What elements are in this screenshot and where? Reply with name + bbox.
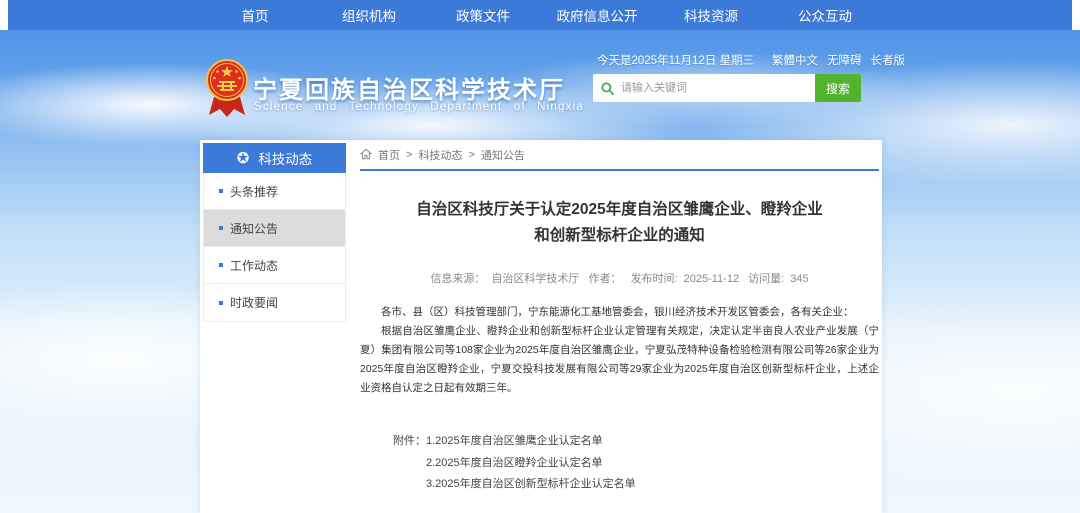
link-accessibility[interactable]: 无障碍 [827,52,862,68]
breadcrumb: 首页 > 科技动态 > 通知公告 [360,140,879,171]
meta-source: 自治区科学技术厅 [491,273,579,285]
nav-item-home[interactable]: 首页 [198,5,312,25]
article-title-line1: 自治区科技厅关于认定2025年度自治区雏鹰企业、瞪羚企业 [360,197,879,223]
sidebar-header: ✪ 科技动态 [203,143,346,173]
attachment-link-3[interactable]: 3.2025年度自治区创新型标杆企业认定名单 [426,474,636,496]
top-navigation: 首页 组织机构 政策文件 政府信息公开 科技资源 公众互动 [8,0,1072,30]
article-body: 各市、县（区）科技管理部门，宁东能源化工基地管委会，银川经济技术开发区管委会，各… [360,303,879,398]
meta-views: 345 [790,273,808,285]
sidebar-item-label: 时政要闻 [230,294,278,311]
meta-time: 2025-11-12 [684,273,739,285]
nav-item-gov-info[interactable]: 政府信息公开 [540,5,654,25]
bullet-icon [219,226,223,230]
search-field [593,74,815,102]
breadcrumb-separator: > [406,149,412,161]
search-input[interactable] [621,82,815,94]
search-button[interactable]: 搜索 [815,74,861,102]
breadcrumb-separator: > [468,149,474,161]
attachment-link-2[interactable]: 2.2025年度自治区瞪羚企业认定名单 [426,453,636,475]
header-meta-bar: 今天是2025年11月12日 星期三 繁體中文 无障碍 长者版 [597,52,872,68]
bullet-icon [219,301,223,305]
meta-time-label: 发布时间: [631,273,678,285]
paragraph: 各市、县（区）科技管理部门，宁东能源化工基地管委会，银川经济技术开发区管委会，各… [360,303,879,322]
meta-views-label: 访问量: [748,273,784,285]
search-icon [601,82,614,95]
sidebar-item-label: 工作动态 [230,257,278,274]
content-wrapper: ✪ 科技动态 头条推荐 通知公告 工作动态 时政要闻 [200,140,882,513]
nav-item-resources[interactable]: 科技资源 [654,5,768,25]
breadcrumb-level1[interactable]: 科技动态 [418,147,462,163]
national-emblem-logo [205,59,249,118]
nav-item-policy[interactable]: 政策文件 [426,5,540,25]
sidebar-item-label: 通知公告 [230,220,278,237]
bullet-icon [219,189,223,193]
site-title: 宁夏回族自治区科学技术厅 [253,70,565,105]
attachments-list: 1.2025年度自治区雏鹰企业认定名单 2.2025年度自治区瞪羚企业认定名单 … [426,431,636,496]
breadcrumb-level2[interactable]: 通知公告 [481,147,525,163]
link-traditional-chinese[interactable]: 繁體中文 [772,52,818,68]
sidebar-list: 头条推荐 通知公告 工作动态 时政要闻 [203,173,346,322]
nav-item-interaction[interactable]: 公众互动 [768,5,882,25]
star-circle-icon: ✪ [237,151,250,166]
sidebar-title: 科技动态 [258,148,312,168]
link-elderly-version[interactable]: 长者版 [871,52,906,68]
breadcrumb-home[interactable]: 首页 [378,147,400,163]
bullet-icon [219,263,223,267]
sidebar: ✪ 科技动态 头条推荐 通知公告 工作动态 时政要闻 [203,143,346,322]
sidebar-item-politics-news[interactable]: 时政要闻 [204,284,345,321]
article-meta: 信息来源： 自治区科学技术厅 作者： 发布时间: 2025-11-12 访问量: 34… [360,270,879,286]
meta-source-label: 信息来源： [430,273,485,285]
article-panel: 首页 > 科技动态 > 通知公告 自治区科技厅关于认定2025年度自治区雏鹰企业… [360,140,879,496]
sidebar-item-work-news[interactable]: 工作动态 [204,247,345,284]
nav-item-organization[interactable]: 组织机构 [312,5,426,25]
article-title: 自治区科技厅关于认定2025年度自治区雏鹰企业、瞪羚企业 和创新型标杆企业的通知 [360,197,879,249]
sidebar-item-headlines[interactable]: 头条推荐 [204,173,345,210]
paragraph: 根据自治区雏鹰企业、瞪羚企业和创新型标杆企业认定管理有关规定，决定认定半亩良人农… [360,322,879,398]
attachment-link-1[interactable]: 1.2025年度自治区雏鹰企业认定名单 [426,431,636,453]
home-icon [360,148,372,160]
site-subtitle-en: Science and Technology Department of Nin… [254,101,584,113]
sidebar-item-label: 头条推荐 [230,183,278,200]
sidebar-item-notices[interactable]: 通知公告 [204,210,345,247]
article-title-line2: 和创新型标杆企业的通知 [360,223,879,249]
search-bar: 搜索 [593,74,861,102]
current-date: 今天是2025年11月12日 星期三 [597,52,754,68]
meta-author-label: 作者： [589,273,622,285]
attachments-label: 附件： [393,431,426,496]
attachments-block: 附件： 1.2025年度自治区雏鹰企业认定名单 2.2025年度自治区瞪羚企业认… [360,431,879,496]
